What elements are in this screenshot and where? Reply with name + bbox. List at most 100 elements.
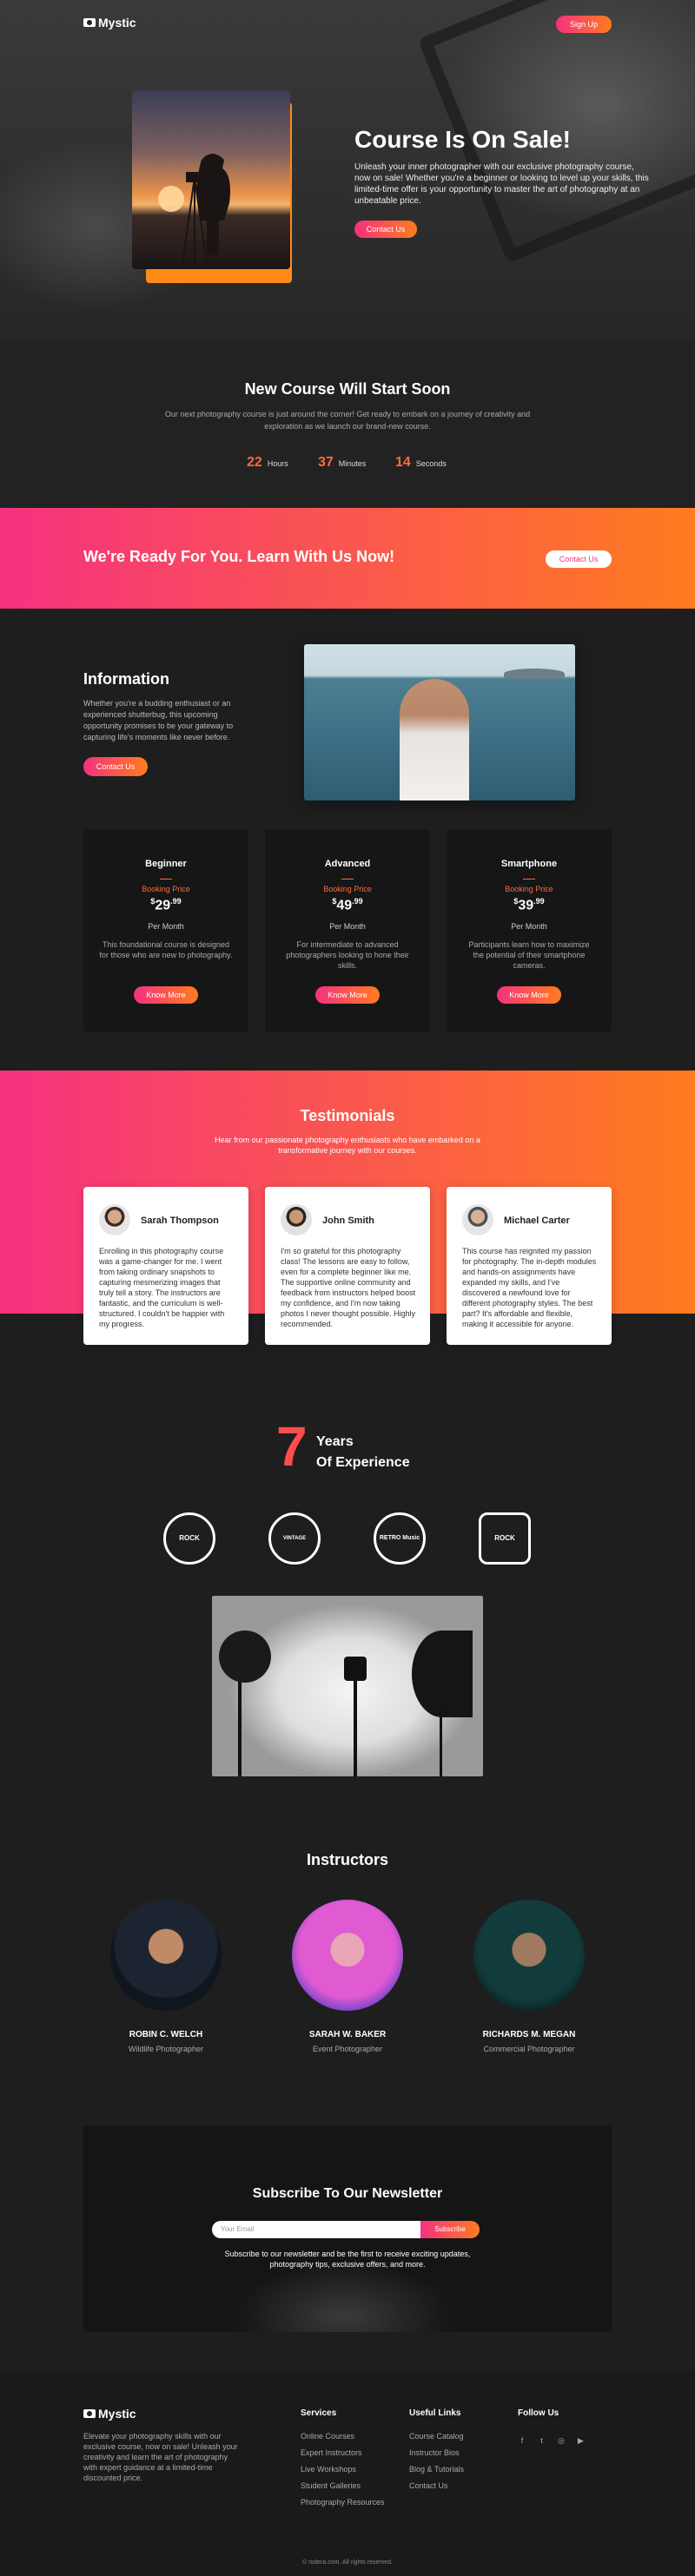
seconds-value: 14	[395, 455, 411, 470]
vintage-badge-icon: VINTAGE	[268, 1512, 321, 1565]
experience-label: Of Experience	[316, 1455, 410, 1470]
plan-price: $39.99	[513, 897, 545, 913]
footer-services: Services Online Courses Expert Instructo…	[301, 2408, 385, 2514]
facebook-icon[interactable]: f	[518, 2436, 526, 2445]
cta-title: We're Ready For You. Learn With Us Now!	[83, 548, 395, 565]
plan-price: $29.99	[150, 897, 182, 913]
pricing-card-beginner: Beginner Booking Price $29.99 Per Month …	[83, 829, 248, 1032]
footer-link[interactable]: Photography Resources	[301, 2498, 385, 2507]
hero-contact-button[interactable]: Contact Us	[354, 221, 417, 238]
plan-title: Advanced	[324, 859, 371, 869]
footer-logo[interactable]: Mystic	[83, 2407, 136, 2421]
subscribe-button[interactable]: Subscribe	[420, 2221, 480, 2238]
footer-follow: Follow Us f t ◎ ▶	[518, 2408, 592, 2448]
email-input[interactable]: Your Email	[212, 2221, 420, 2238]
footer-link[interactable]: Live Workshops	[301, 2465, 385, 2474]
newsletter-text: Subscribe to our newsletter and be the f…	[224, 2250, 471, 2269]
instructor-card: RICHARDS M. MEGAN Commercial Photographe…	[460, 1900, 599, 2053]
info-contact-button[interactable]: Contact Us	[83, 757, 148, 776]
footer-useful-title: Useful Links	[409, 2408, 461, 2418]
brand-name: Mystic	[98, 16, 136, 30]
pricing-card-smartphone: Smartphone Booking Price $39.99 Per Mont…	[447, 829, 612, 1032]
plan-title: Beginner	[145, 859, 187, 869]
plan-title: Smartphone	[500, 859, 558, 869]
countdown-minutes: 37 Minutes	[318, 455, 366, 471]
instructor-name: ROBIN C. WELCH	[129, 2030, 203, 2039]
hero-title: Course Is On Sale!	[354, 126, 571, 153]
testimonial-name: Michael Carter	[504, 1216, 570, 1226]
twitter-icon[interactable]: t	[537, 2436, 546, 2445]
hours-label: Hours	[267, 459, 288, 468]
booking-price-label: Booking Price	[142, 885, 190, 893]
photographer-sea-image	[304, 644, 575, 800]
hero-text: Unleash your inner photographer with our…	[354, 162, 649, 206]
testimonial-text: I'm so grateful for this photography cla…	[281, 1247, 416, 1328]
minutes-value: 37	[318, 455, 334, 470]
testimonial-name: John Smith	[322, 1216, 374, 1226]
instagram-icon[interactable]: ◎	[557, 2436, 566, 2445]
footer-link[interactable]: Contact Us	[409, 2481, 464, 2490]
brand-logo[interactable]: Mystic	[83, 16, 136, 30]
booking-price-label: Booking Price	[505, 885, 553, 893]
info-title: Information	[83, 670, 169, 688]
testimonials-text: Hear from our passionate photography ent…	[215, 1136, 480, 1155]
plan-description: This foundational course is designed for…	[99, 940, 233, 959]
instructor-role: Wildlife Photographer	[128, 2045, 204, 2053]
footer-services-title: Services	[301, 2408, 337, 2418]
footer-follow-title: Follow Us	[518, 2408, 559, 2418]
instructor-card: SARAH W. BAKER Event Photographer	[278, 1900, 417, 2053]
pricing-card-advanced: Advanced Booking Price $49.99 Per Month …	[265, 829, 430, 1032]
plan-period: Per Month	[148, 922, 184, 931]
countdown-title: New Course Will Start Soon	[244, 380, 451, 398]
plan-price: $49.99	[332, 897, 363, 913]
know-more-button[interactable]: Know More	[315, 986, 380, 1004]
know-more-button[interactable]: Know More	[134, 986, 198, 1004]
footer-link[interactable]: Blog & Tutorials	[409, 2465, 464, 2474]
photographer-sunset-image	[132, 90, 290, 269]
newsletter-section: Subscribe To Our Newsletter Your Email S…	[83, 2125, 612, 2332]
footer-link[interactable]: Student Galleries	[301, 2481, 385, 2490]
camera-icon	[83, 18, 96, 27]
seconds-label: Seconds	[415, 459, 447, 468]
footer-useful-links: Useful Links Course Catalog Instructor B…	[409, 2408, 464, 2498]
countdown-text: Our next photography course is just arou…	[164, 410, 531, 431]
instructor-role: Commercial Photographer	[483, 2045, 575, 2053]
avatar	[281, 1204, 312, 1235]
footer-link[interactable]: Instructor Bios	[409, 2448, 464, 2457]
booking-price-label: Booking Price	[323, 885, 372, 893]
retro-badge-icon: RETRO Music	[374, 1512, 426, 1565]
testimonial-card: Michael Carter This course has reignited…	[447, 1187, 612, 1345]
instructor-photo	[110, 1900, 222, 2011]
brand-name: Mystic	[98, 2407, 136, 2421]
countdown-section: New Course Will Start Soon Our next phot…	[0, 340, 695, 508]
instructor-photo	[292, 1900, 403, 2011]
testimonials-title: Testimonials	[300, 1107, 395, 1124]
signup-button[interactable]: Sign Up	[556, 16, 612, 33]
testimonial-card: Sarah Thompson Enrolling in this photogr…	[83, 1187, 248, 1345]
instructors-title: Instructors	[306, 1851, 389, 1868]
youtube-icon[interactable]: ▶	[576, 2436, 585, 2445]
instructor-name: SARAH W. BAKER	[308, 2030, 387, 2039]
testimonial-name: Sarah Thompson	[141, 1216, 219, 1226]
instructor-role: Event Photographer	[312, 2045, 383, 2053]
experience-number: 7	[276, 1415, 308, 1478]
instructor-photo	[473, 1900, 585, 2011]
plan-period: Per Month	[329, 922, 366, 931]
footer-description: Elevate your photography skills with our…	[83, 2432, 238, 2482]
footer: Mystic Elevate your photography skills w…	[0, 2370, 695, 2576]
experience-years-label: Years	[316, 1434, 354, 1449]
plan-period: Per Month	[511, 922, 547, 931]
avatar	[462, 1204, 493, 1235]
hours-value: 22	[247, 455, 262, 470]
plan-description: For intermediate to advanced photographe…	[286, 940, 409, 970]
footer-link[interactable]: Course Catalog	[409, 2432, 464, 2441]
instructor-name: RICHARDS M. MEGAN	[482, 2030, 576, 2039]
know-more-button[interactable]: Know More	[497, 986, 561, 1004]
info-text: Whether you're a budding enthusiast or a…	[83, 699, 234, 741]
cta-contact-button[interactable]: Contact Us	[546, 550, 612, 568]
testimonial-card: John Smith I'm so grateful for this phot…	[265, 1187, 430, 1345]
footer-link[interactable]: Online Courses	[301, 2432, 385, 2441]
avatar	[99, 1204, 130, 1235]
plan-description: Participants learn how to maximize the p…	[468, 940, 590, 970]
footer-link[interactable]: Expert Instructors	[301, 2448, 385, 2457]
